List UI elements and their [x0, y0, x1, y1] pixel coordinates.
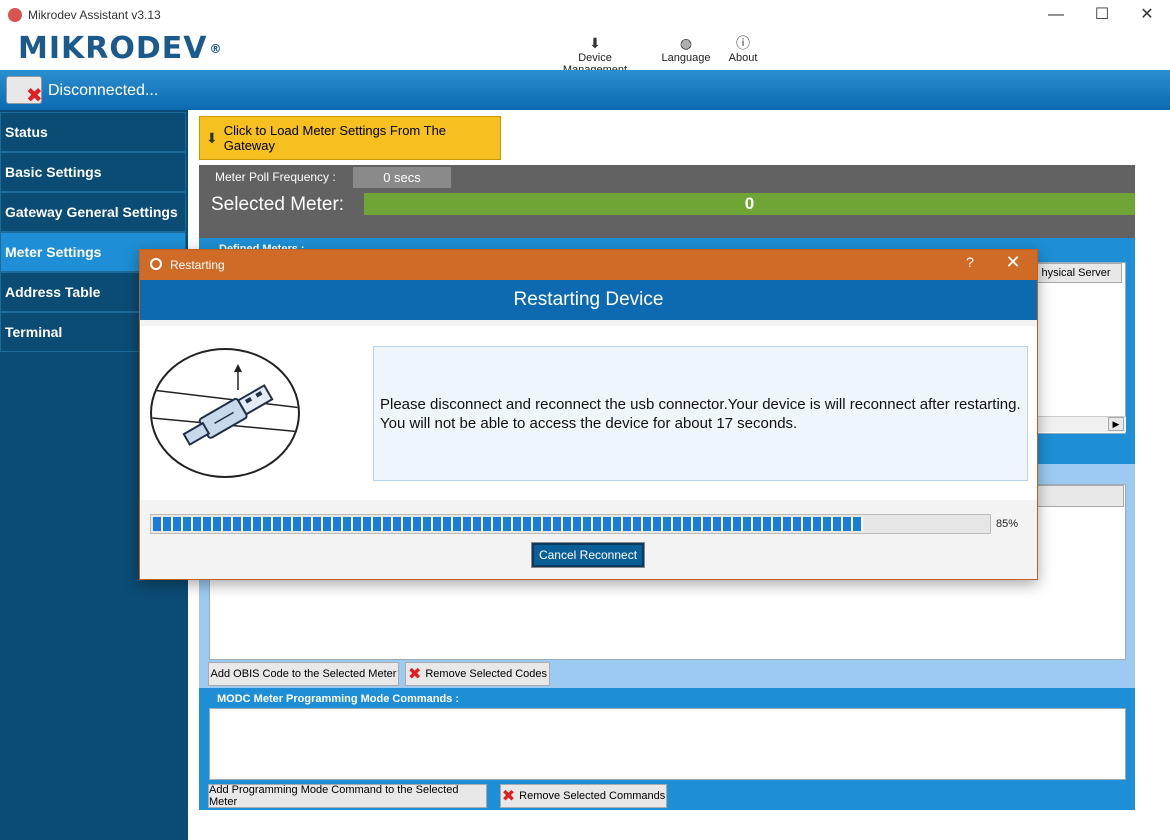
language-label: Language	[661, 52, 711, 64]
download-icon: ⬇	[206, 129, 218, 146]
selected-meter-value: 0	[364, 193, 1135, 215]
progress-fill	[153, 517, 863, 531]
download-icon: ⬇	[589, 35, 601, 51]
close-button[interactable]: ✕	[1124, 0, 1170, 30]
about-button[interactable]: ⓘ About	[726, 34, 760, 64]
poll-frequency-bar	[199, 165, 1135, 188]
modc-commands-list[interactable]	[209, 708, 1126, 780]
restart-progress-bar	[150, 514, 991, 534]
info-icon: ⓘ	[736, 35, 750, 51]
logo-text: MIKRODEV	[18, 31, 208, 66]
load-button-label: Click to Load Meter Settings From The Ga…	[223, 123, 447, 153]
remove-commands-label: Remove Selected Commands	[519, 790, 666, 802]
globe-icon: ◍	[679, 35, 693, 51]
window-title: Mikrodev Assistant v3.13	[28, 8, 161, 22]
sidebar-item-basic-settings[interactable]: Basic Settings	[0, 152, 186, 192]
dialog-title: Restarting	[170, 258, 225, 272]
remove-selected-codes-button[interactable]: ✖ Remove Selected Codes	[405, 662, 550, 686]
progress-percent: 85%	[996, 518, 1019, 530]
add-obis-code-button[interactable]: Add OBIS Code to the Selected Meter	[208, 662, 399, 686]
sidebar-item-gateway-general-settings[interactable]: Gateway General Settings	[0, 192, 186, 232]
dialog-help-button[interactable]: ?	[960, 254, 980, 270]
remove-codes-label: Remove Selected Codes	[425, 668, 548, 680]
mikrodev-logo: MIKRODEV ®	[18, 32, 222, 66]
physical-server-button[interactable]: hysical Server	[1030, 263, 1122, 283]
scroll-right-arrow-icon[interactable]: ▶	[1108, 417, 1124, 431]
add-programming-command-button[interactable]: Add Programming Mode Command to the Sele…	[208, 784, 487, 808]
connection-status-text: Disconnected...	[48, 82, 159, 99]
about-label: About	[728, 52, 758, 64]
selected-meter-label: Selected Meter:	[211, 194, 345, 215]
window-titlebar	[0, 0, 1170, 30]
load-meter-settings-button[interactable]: ⬇ Click to Load Meter Settings From The …	[199, 116, 501, 160]
connection-status-bar	[0, 70, 1170, 110]
obis-header-button[interactable]	[1030, 485, 1124, 507]
usb-connector-icon	[150, 348, 300, 478]
language-button[interactable]: ◍ Language	[660, 34, 712, 64]
poll-frequency-value[interactable]: 0 secs	[353, 167, 451, 188]
gear-icon	[150, 258, 162, 270]
app-icon	[8, 8, 22, 22]
dialog-close-button[interactable]: ✕	[1000, 252, 1026, 273]
sidebar-item-status[interactable]: Status	[0, 112, 186, 152]
dialog-header: Restarting Device	[140, 280, 1037, 320]
modc-commands-label: MODC Meter Programming Mode Commands :	[217, 693, 460, 705]
remove-icon: ✖	[407, 666, 422, 683]
logo-registered-mark: ®	[209, 42, 223, 56]
maximize-button[interactable]: ☐	[1079, 0, 1125, 30]
remove-icon: ✖	[501, 788, 516, 805]
dialog-titlebar	[140, 250, 1037, 280]
cancel-reconnect-button[interactable]: Cancel Reconnect	[531, 542, 645, 568]
disconnected-icon: ✖	[26, 85, 43, 107]
dialog-message: Please disconnect and reconnect the usb …	[373, 346, 1028, 481]
poll-frequency-label: Meter Poll Frequency :	[215, 170, 336, 184]
minimize-button[interactable]: —	[1033, 0, 1079, 30]
remove-selected-commands-button[interactable]: ✖ Remove Selected Commands	[500, 784, 667, 808]
